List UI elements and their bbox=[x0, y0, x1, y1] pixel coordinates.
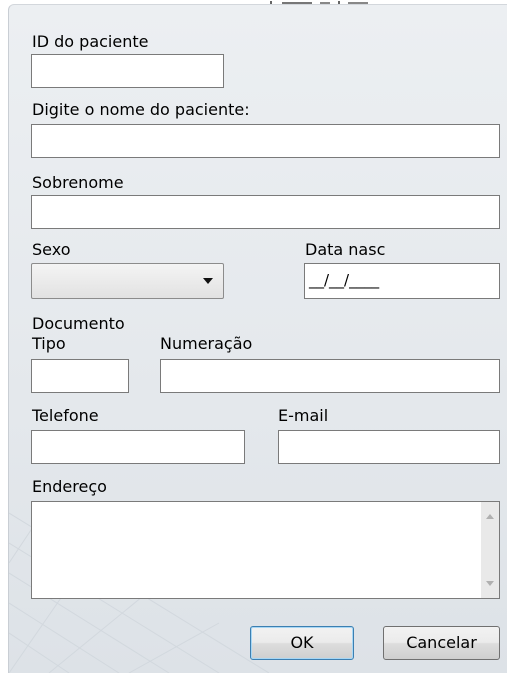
birth-date-label: Data nasc bbox=[305, 240, 386, 259]
surname-label: Sobrenome bbox=[32, 173, 124, 192]
birth-date-mask: __/__/____ bbox=[309, 271, 380, 289]
cancel-button[interactable]: Cancelar bbox=[383, 626, 500, 660]
email-label: E-mail bbox=[278, 406, 329, 425]
document-label: Documento bbox=[32, 314, 125, 333]
patient-name-label: Digite o nome do paciente: bbox=[32, 100, 250, 119]
document-type-input[interactable] bbox=[31, 359, 129, 393]
sex-label: Sexo bbox=[32, 240, 71, 259]
scroll-up-arrow-icon[interactable] bbox=[486, 514, 494, 519]
document-number-input[interactable] bbox=[160, 359, 500, 393]
patient-form-dialog: ID do paciente Digite o nome do paciente… bbox=[8, 4, 507, 673]
ok-button[interactable]: OK bbox=[250, 626, 354, 660]
address-textarea[interactable] bbox=[31, 501, 500, 599]
phone-input[interactable] bbox=[31, 430, 245, 464]
phone-label: Telefone bbox=[32, 406, 99, 425]
patient-id-label: ID do paciente bbox=[32, 32, 149, 51]
surname-input[interactable] bbox=[31, 195, 500, 229]
document-number-label: Numeração bbox=[160, 334, 253, 353]
address-scrollbar[interactable] bbox=[481, 502, 499, 598]
email-input[interactable] bbox=[278, 430, 500, 464]
sex-select[interactable] bbox=[31, 263, 224, 299]
chevron-down-icon bbox=[203, 278, 213, 284]
patient-id-input[interactable] bbox=[31, 54, 224, 88]
document-type-label: Tipo bbox=[32, 334, 66, 353]
address-label: Endereço bbox=[32, 477, 107, 496]
birth-date-input[interactable]: __/__/____ bbox=[304, 263, 500, 299]
patient-name-input[interactable] bbox=[31, 124, 500, 158]
scroll-down-arrow-icon[interactable] bbox=[486, 581, 494, 586]
